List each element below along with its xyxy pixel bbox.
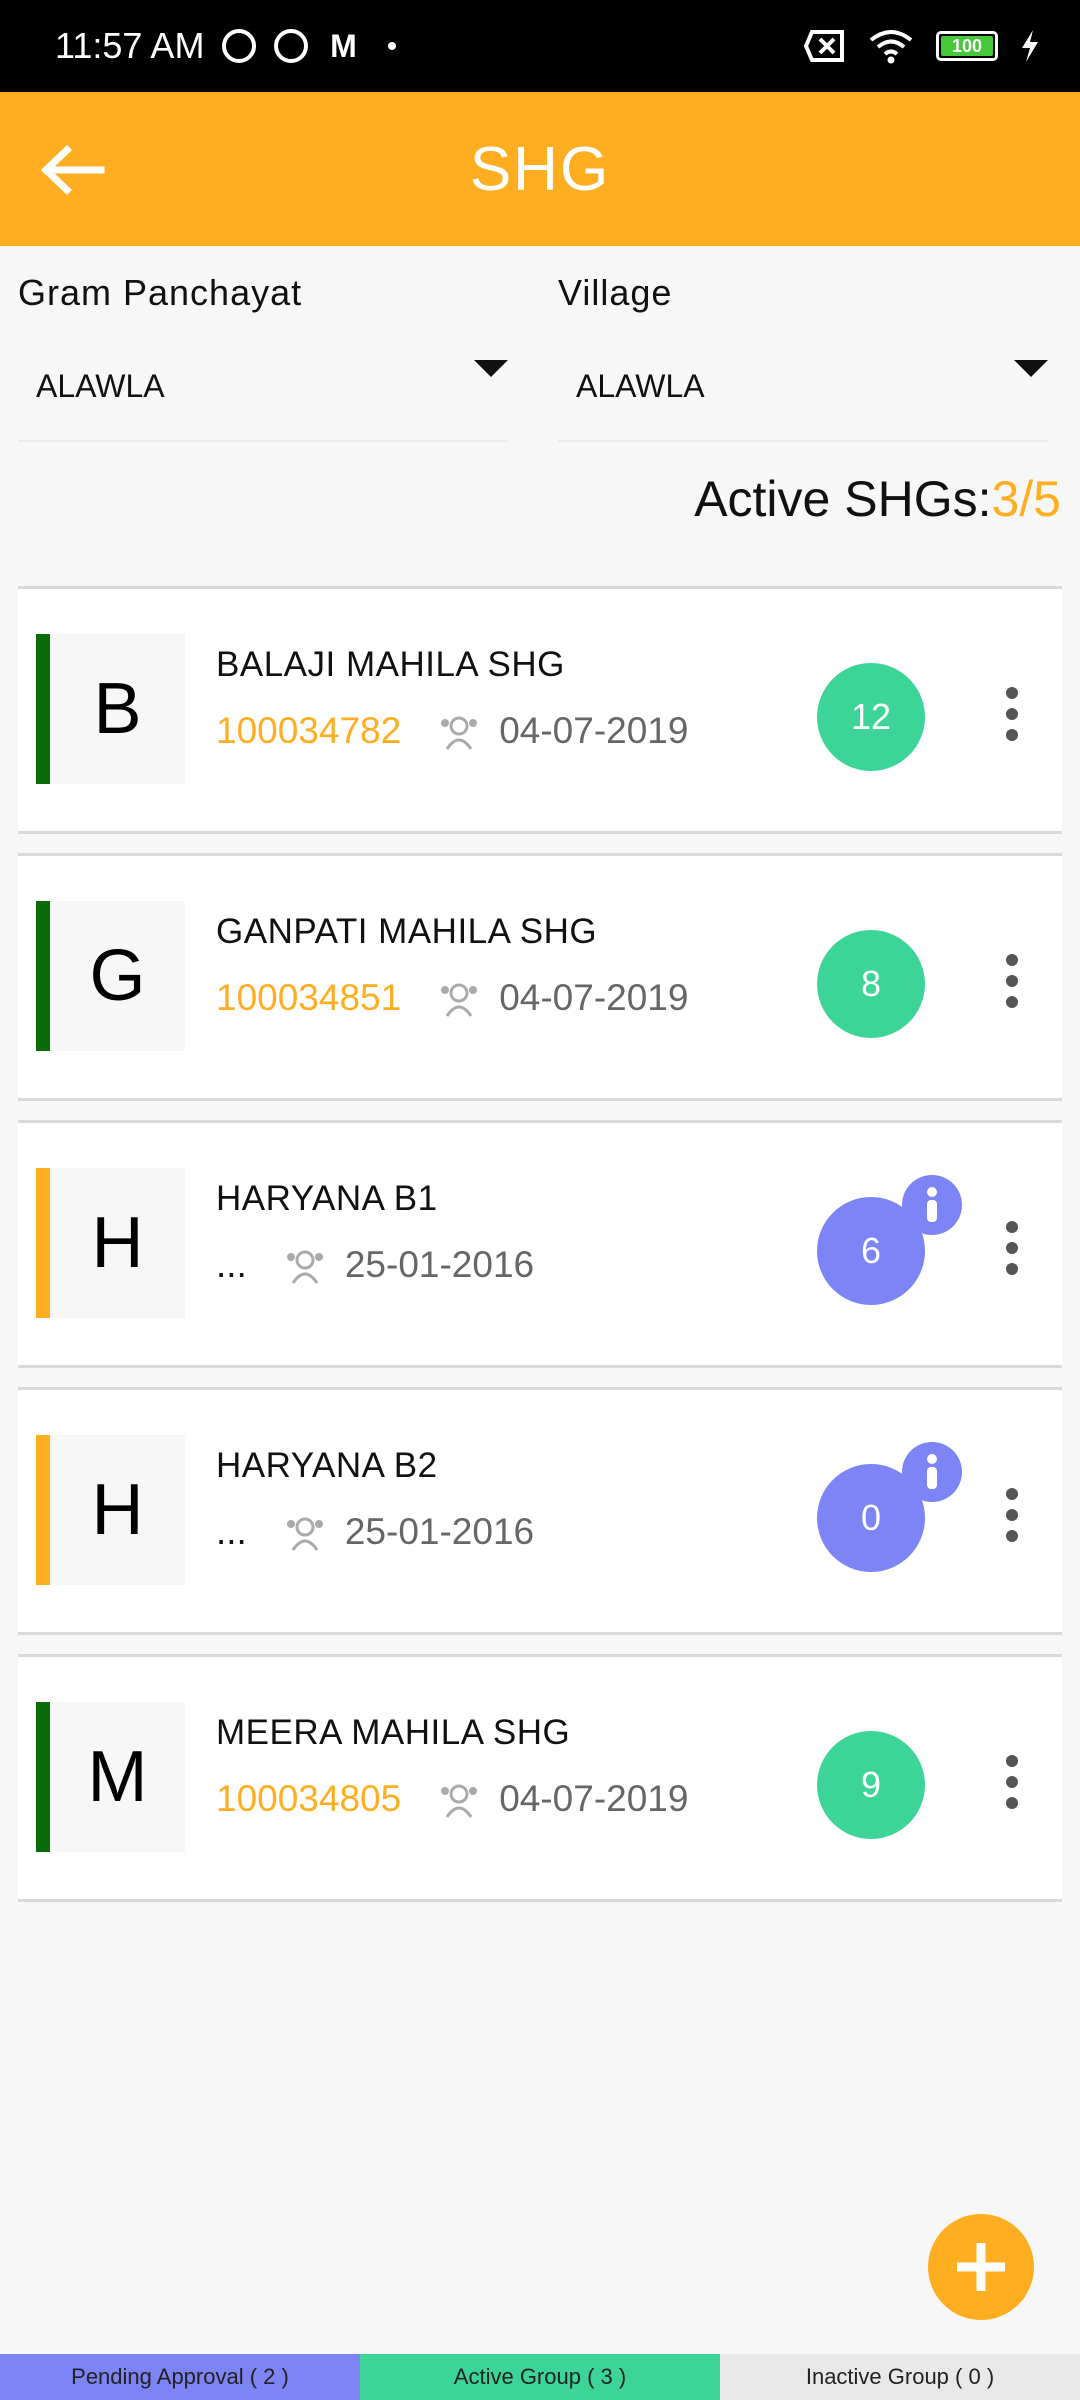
group-icon xyxy=(286,1517,323,1551)
group-icon xyxy=(441,983,478,1017)
bottom-tabs: Pending Approval ( 2 ) Active Group ( 3 … xyxy=(0,2354,1080,2400)
shg-date: 25-01-2016 xyxy=(344,1244,535,1285)
status-bar-indicator xyxy=(36,634,50,784)
shg-card[interactable]: H HARYANA B1... 25-01-2016 6 xyxy=(18,1120,1062,1368)
more-options-icon[interactable] xyxy=(992,946,1032,1016)
gram-panchayat-value: ALAWLA xyxy=(36,368,165,404)
app-header: SHG xyxy=(0,92,1080,246)
arrow-left-icon xyxy=(40,145,105,195)
back-button[interactable] xyxy=(34,132,110,208)
status-time: 11:57 AM xyxy=(55,25,205,66)
status-bar-indicator xyxy=(36,901,50,1051)
shg-meta: 100034851 04-07-2019 xyxy=(216,976,688,1020)
notification-icon xyxy=(222,29,257,63)
chevron-down-icon xyxy=(1014,360,1048,377)
tab-active-group[interactable]: Active Group ( 3 ) xyxy=(360,2354,720,2400)
shg-meta: 100034782 04-07-2019 xyxy=(216,709,688,753)
avatar: M xyxy=(50,1702,185,1852)
shg-card[interactable]: G GANPATI MAHILA SHG 100034851 04-07-2019 8 xyxy=(18,853,1062,1101)
shg-meta: ... 25-01-2016 xyxy=(216,1243,534,1287)
gram-panchayat-filter: Gram Panchayat ALAWLA xyxy=(18,246,523,446)
shg-meta: 100034805 04-07-2019 xyxy=(216,1777,688,1821)
avatar: H xyxy=(50,1168,185,1318)
gram-panchayat-label: Gram Panchayat xyxy=(18,272,303,313)
group-icon xyxy=(441,716,478,750)
wifi-icon xyxy=(869,30,913,64)
shg-code: 100034851 xyxy=(216,977,402,1018)
shg-name: GANPATI MAHILA SHG xyxy=(216,912,598,951)
village-filter: Village ALAWLA xyxy=(558,246,1063,446)
village-value: ALAWLA xyxy=(576,368,705,404)
shg-code: ... xyxy=(216,1511,247,1552)
dot-icon xyxy=(388,42,397,50)
info-icon[interactable] xyxy=(902,1442,962,1502)
shg-name: BALAJI MAHILA SHG xyxy=(216,645,565,684)
tab-inactive-group[interactable]: Inactive Group ( 0 ) xyxy=(720,2354,1080,2400)
avatar: G xyxy=(50,901,185,1051)
page-title: SHG xyxy=(469,134,611,204)
shg-date: 25-01-2016 xyxy=(344,1511,535,1552)
group-icon xyxy=(286,1250,323,1284)
shg-date: 04-07-2019 xyxy=(499,977,689,1018)
shg-code: ... xyxy=(216,1244,247,1285)
avatar: B xyxy=(50,634,185,784)
member-count-badge: 9 xyxy=(817,1731,925,1839)
shg-code: 100034782 xyxy=(216,710,402,751)
gram-panchayat-select[interactable]: ALAWLA xyxy=(18,346,508,442)
charging-icon xyxy=(1022,30,1038,62)
active-shgs-label: Active SHGs: xyxy=(694,471,992,527)
more-options-icon[interactable] xyxy=(992,1213,1032,1283)
chevron-down-icon xyxy=(474,360,508,377)
shg-date: 04-07-2019 xyxy=(499,710,689,751)
shg-card[interactable]: H HARYANA B2... 25-01-2016 0 xyxy=(18,1387,1062,1635)
status-bar-indicator xyxy=(36,1168,50,1318)
battery-level: 100 xyxy=(941,36,993,56)
status-bar-indicator xyxy=(36,1435,50,1585)
add-shg-button[interactable] xyxy=(928,2214,1034,2320)
status-bar: 11:57 AM M 100 xyxy=(0,0,1080,92)
shg-name: MEERA MAHILA SHG xyxy=(216,1713,571,1752)
shg-name: HARYANA B2 xyxy=(216,1446,438,1485)
shg-date: 04-07-2019 xyxy=(499,1778,689,1819)
shg-code: 100034805 xyxy=(216,1778,402,1819)
no-sim-icon xyxy=(804,30,844,62)
village-select[interactable]: ALAWLA xyxy=(558,346,1048,442)
plus-icon xyxy=(957,2243,1005,2291)
shg-card[interactable]: B BALAJI MAHILA SHG 100034782 04-07-2019 12 xyxy=(18,586,1062,834)
more-options-icon[interactable] xyxy=(992,1480,1032,1550)
more-options-icon[interactable] xyxy=(992,679,1032,749)
village-label: Village xyxy=(558,272,673,313)
member-count-badge: 8 xyxy=(817,930,925,1038)
tab-pending-approval[interactable]: Pending Approval ( 2 ) xyxy=(0,2354,360,2400)
avatar: H xyxy=(50,1435,185,1585)
group-icon xyxy=(441,1784,478,1818)
active-shgs-count: Active SHGs:3/5 xyxy=(694,470,1061,528)
battery-icon: 100 xyxy=(936,31,998,61)
shg-name: HARYANA B1 xyxy=(216,1179,438,1218)
status-bar-indicator xyxy=(36,1702,50,1852)
gmail-icon: M xyxy=(330,28,357,64)
active-shgs-value: 3/5 xyxy=(991,471,1061,527)
sync-icon xyxy=(274,29,309,63)
shg-meta: ... 25-01-2016 xyxy=(216,1510,534,1554)
info-icon[interactable] xyxy=(902,1175,962,1235)
shg-card[interactable]: M MEERA MAHILA SHG 100034805 04-07-2019 9 xyxy=(18,1654,1062,1902)
more-options-icon[interactable] xyxy=(992,1747,1032,1817)
member-count-badge: 12 xyxy=(817,663,925,771)
